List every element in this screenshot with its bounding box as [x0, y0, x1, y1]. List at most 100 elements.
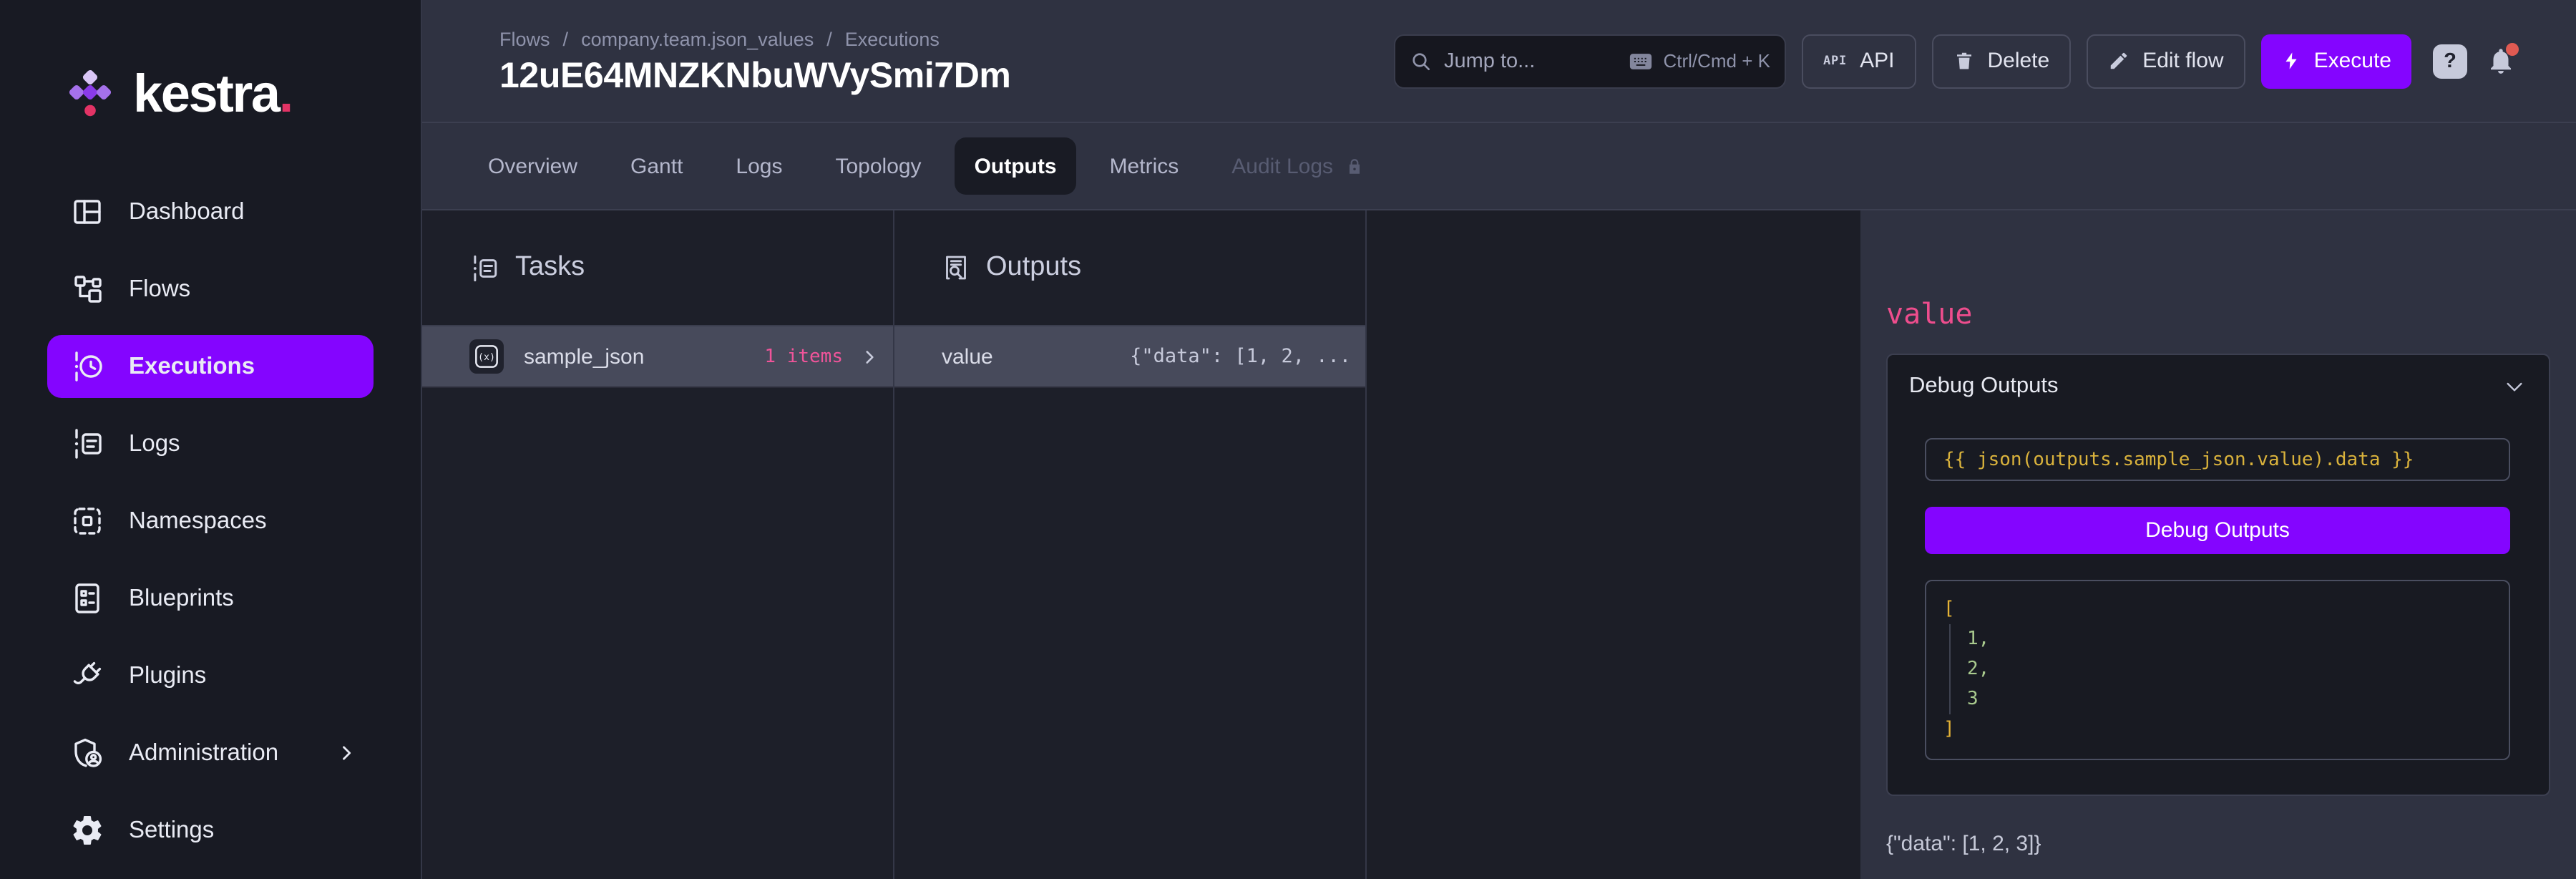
sidebar-item-label: Blueprints — [129, 585, 234, 612]
debug-outputs-title: Debug Outputs — [1909, 374, 2059, 399]
result-array-items: 1, 2, 3 — [1948, 624, 2492, 714]
sidebar-item-label: Logs — [129, 430, 180, 457]
tab-outputs[interactable]: Outputs — [955, 137, 1077, 195]
search-placeholder: Jump to... — [1444, 49, 1535, 72]
lock-icon — [1345, 157, 1363, 175]
svg-text:(x): (x) — [478, 352, 495, 363]
debug-outputs-button[interactable]: Debug Outputs — [1925, 507, 2510, 554]
output-key: value — [942, 344, 993, 369]
sidebar-item-logs[interactable]: Logs — [47, 412, 374, 475]
tasks-panel-header: Tasks — [422, 210, 893, 326]
tab-logs[interactable]: Logs — [716, 137, 802, 195]
task-row-sample-json[interactable]: (x) sample_json 1 items — [422, 326, 893, 388]
kestra-logo[interactable]: kestra. — [66, 66, 421, 120]
logs-icon — [70, 427, 104, 461]
lightning-icon — [2281, 50, 2301, 72]
tab-metrics[interactable]: Metrics — [1090, 137, 1199, 195]
debug-outputs-header[interactable]: Debug Outputs — [1888, 369, 2549, 404]
outputs-panel-header: Outputs — [894, 210, 1365, 326]
notification-dot — [2506, 43, 2519, 56]
breadcrumb-separator: / — [563, 28, 569, 49]
sidebar-item-namespaces[interactable]: Namespaces — [47, 490, 374, 553]
tasks-panel: Tasks (x) sample_json 1 items — [422, 210, 894, 879]
tab-gantt[interactable]: Gantt — [610, 137, 703, 195]
execute-button[interactable]: Execute — [2261, 34, 2411, 88]
sidebar-item-label: Executions — [129, 353, 255, 380]
sidebar-item-label: Dashboard — [129, 198, 244, 225]
sidebar-item-administration[interactable]: Administration — [47, 722, 374, 785]
main-area: Flows / company.team.json_values / Execu… — [421, 0, 2576, 879]
output-row-value[interactable]: value {"data": [1, 2, ... — [894, 326, 1365, 388]
sidebar-item-executions[interactable]: Executions — [47, 335, 374, 398]
notifications-button[interactable] — [2486, 46, 2516, 76]
chevron-down-icon — [2503, 375, 2526, 398]
sidebar-item-plugins[interactable]: Plugins — [47, 644, 374, 707]
brand-name: kestra. — [133, 67, 292, 120]
tab-topology[interactable]: Topology — [815, 137, 941, 195]
outputs-empty-column — [1367, 210, 1860, 879]
result-open-bracket: [ — [1943, 594, 2492, 624]
chevron-right-icon — [860, 347, 879, 366]
sidebar-item-label: Plugins — [129, 662, 206, 689]
task-items-count: 1 items — [764, 346, 843, 367]
execution-tabs: Overview Gantt Logs Topology Outputs Met… — [422, 123, 2576, 210]
expression-input[interactable]: {{ json(outputs.sample_json.value).data … — [1925, 438, 2510, 481]
file-search-icon — [942, 253, 970, 282]
breadcrumb-executions[interactable]: Executions — [845, 28, 940, 49]
flows-icon — [70, 272, 104, 306]
debug-outputs-card: Debug Outputs {{ json(outputs.sample_jso… — [1886, 354, 2550, 796]
sidebar-item-flows[interactable]: Flows — [47, 258, 374, 321]
outputs-panel-title: Outputs — [986, 252, 1081, 283]
outputs-panel: Outputs value {"data": [1, 2, ... — [894, 210, 1367, 879]
administration-icon — [70, 736, 104, 770]
sidebar-item-settings[interactable]: Settings — [47, 799, 374, 862]
blueprints-icon — [70, 581, 104, 616]
api-button[interactable]: API API — [1802, 34, 1916, 88]
result-close-bracket: ] — [1943, 714, 2492, 744]
sidebar-item-blueprints[interactable]: Blueprints — [47, 567, 374, 630]
delete-button[interactable]: Delete — [1931, 34, 2071, 88]
breadcrumb: Flows / company.team.json_values / Execu… — [499, 28, 1011, 49]
namespaces-icon — [70, 504, 104, 538]
question-mark-icon: ? — [2444, 49, 2457, 72]
result-item: 1, — [1967, 624, 2492, 654]
keyboard-icon — [1629, 51, 1653, 71]
tab-audit-logs[interactable]: Audit Logs — [1211, 137, 1383, 195]
kestra-logo-icon — [66, 66, 114, 120]
breadcrumb-namespace-flow[interactable]: company.team.json_values — [581, 28, 814, 49]
debug-result-viewer[interactable]: [ 1, 2, 3 ] — [1925, 580, 2510, 760]
top-bar: Flows / company.team.json_values / Execu… — [422, 0, 2576, 123]
trash-icon — [1953, 50, 1974, 72]
sidebar: kestra. Dashboard Flows — [0, 0, 421, 879]
edit-flow-button[interactable]: Edit flow — [2087, 34, 2245, 88]
settings-icon — [70, 813, 104, 848]
help-button[interactable]: ? — [2433, 44, 2467, 78]
sidebar-item-label: Settings — [129, 817, 214, 844]
breadcrumb-flows[interactable]: Flows — [499, 28, 550, 49]
raw-output-value: {"data": [1, 2, 3]} — [1886, 832, 2550, 856]
breadcrumb-separator: / — [826, 28, 832, 49]
chevron-right-icon — [336, 743, 356, 763]
sidebar-item-dashboard[interactable]: Dashboard — [47, 180, 374, 243]
top-actions: Jump to... Ctrl/Cmd + K — [1394, 34, 2516, 88]
tasks-icon — [469, 253, 499, 283]
selected-output-title: value — [1886, 296, 2550, 331]
page-title: 12uE64MNZKNbuWVySmi7Dm — [499, 58, 1011, 94]
search-shortcut: Ctrl/Cmd + K — [1629, 50, 1770, 72]
executions-icon — [70, 349, 104, 384]
task-type-icon: (x) — [469, 339, 504, 374]
outputs-content: Tasks (x) sample_json 1 items — [422, 210, 2576, 879]
search-input[interactable]: Jump to... Ctrl/Cmd + K — [1394, 34, 1786, 88]
output-detail-panel: value Debug Outputs {{ json(outputs.samp… — [1860, 210, 2576, 879]
search-icon — [1410, 49, 1433, 72]
sidebar-item-label: Namespaces — [129, 508, 267, 535]
result-item: 2, — [1967, 654, 2492, 684]
app-window: kestra. Dashboard Flows — [0, 0, 2576, 879]
api-icon: API — [1823, 54, 1847, 68]
output-preview: {"data": [1, 2, ... — [1130, 345, 1351, 368]
plugins-icon — [70, 659, 104, 693]
dashboard-icon — [70, 195, 104, 229]
tab-overview[interactable]: Overview — [468, 137, 597, 195]
brand-dot: . — [279, 64, 292, 122]
sidebar-item-label: Administration — [129, 739, 278, 767]
